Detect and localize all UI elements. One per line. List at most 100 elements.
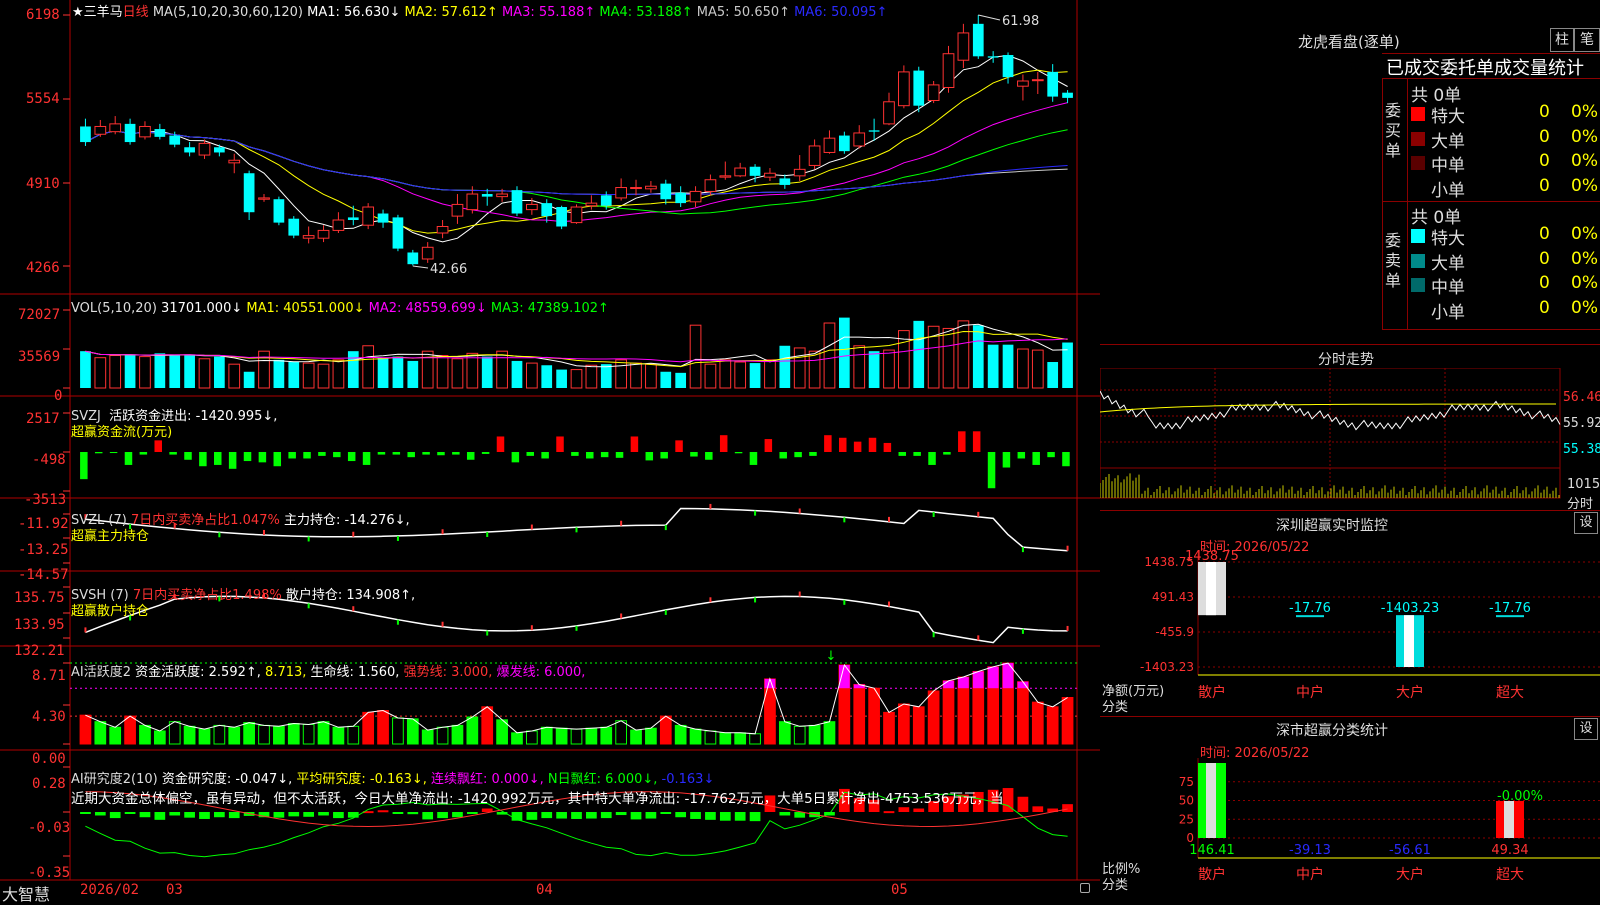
fund-flow-bar — [273, 452, 282, 467]
volume-bar — [719, 359, 732, 389]
volume-bar — [660, 371, 672, 388]
svzj-ytick: -498 — [32, 452, 66, 468]
volume-bar — [377, 357, 389, 388]
star-icon[interactable]: ★ — [72, 5, 84, 20]
volume-bar — [853, 345, 866, 389]
activity-bar — [808, 724, 821, 745]
activity-bar — [228, 726, 241, 745]
candle-body — [511, 190, 523, 214]
activity-bar — [451, 724, 464, 745]
monitor-settings-button[interactable]: 设 — [1574, 512, 1598, 534]
research-bar — [779, 812, 791, 816]
fund-flow-bar — [199, 452, 207, 467]
research-bar — [199, 812, 210, 819]
right-panel: 龙虎看盘(逐单) 柱 笔 已成交委托单成交量统计 委买单 共 0单 特大 0 0% 大… — [1100, 0, 1600, 900]
stats-chart[interactable]: 7550250146.41散户-39.13中户-56.61大户49.34超大-0… — [1100, 758, 1600, 900]
sell-orders-box: 委卖单 共 0单 特大 0 0% 大单 0 0% 中单 0 0% 小单 0 0% — [1382, 201, 1600, 330]
candle-body — [496, 193, 508, 198]
volume-bar — [823, 322, 836, 389]
candle-body — [407, 252, 419, 265]
monitor-chart[interactable]: 1438.75491.43-455.9-1403.231438.75散户-17.… — [1100, 550, 1600, 715]
research-bar — [333, 812, 344, 819]
candle-body — [302, 235, 315, 239]
order-percent: 0% — [1571, 224, 1598, 244]
volume-bar — [347, 351, 359, 388]
ai-research-ytick: -0.35 — [28, 865, 71, 881]
tab-tick-detail[interactable]: 笔 — [1574, 28, 1600, 52]
order-row: 特大 0 0% — [1411, 102, 1600, 127]
kline-chart-area[interactable]: ↓ — [0, 0, 1100, 900]
ai-active-ytick: 8.71 — [32, 668, 66, 684]
fund-flow-bar — [124, 452, 133, 465]
research-bar — [94, 812, 106, 816]
fund-flow-bar — [288, 452, 296, 459]
candle-body — [377, 213, 389, 223]
buy-orders-box: 委买单 共 0单 特大 0 0% 大单 0 0% 中单 0 0% 小单 0 0% — [1382, 78, 1600, 202]
activity-bar — [347, 725, 360, 745]
activity-bar — [258, 724, 270, 745]
fund-flow-bar — [407, 452, 415, 458]
ai-active-ytick: 0.00 — [32, 751, 66, 767]
order-color-swatch — [1411, 156, 1425, 170]
ma-label: MA1: 56.630↓ — [307, 5, 401, 20]
stats-value-label: 146.41 — [1189, 843, 1235, 858]
activity-bar — [600, 726, 613, 745]
monitor-axis-label: 分类 — [1102, 700, 1129, 715]
stats-bar-highlight — [1504, 800, 1514, 838]
fund-flow-bar — [511, 452, 520, 463]
fund-flow-bar — [318, 452, 326, 456]
research-bar — [452, 812, 463, 818]
lock-icon[interactable] — [1080, 883, 1090, 893]
period-label[interactable]: 日线 — [123, 5, 149, 20]
intraday-ylabel: 56.46 — [1563, 390, 1600, 405]
fund-flow-bar — [898, 452, 907, 456]
kline-header: ★三羊马日线 MA(5,10,20,30,60,120) MA1: 56.630… — [72, 1, 887, 20]
order-percent: 0% — [1571, 175, 1598, 196]
fund-flow-bar — [80, 452, 88, 480]
fund-flow-bar — [749, 452, 758, 465]
fund-flow-bar — [645, 452, 654, 461]
monitor-ytick: -1403.23 — [1140, 660, 1194, 674]
research-bar — [169, 812, 181, 816]
volume-bar — [764, 359, 776, 389]
fund-flow-bar — [184, 452, 192, 460]
fund-flow-bar — [1047, 452, 1055, 458]
order-row: 小单 0 0% — [1411, 175, 1600, 201]
research-bar — [898, 807, 910, 812]
svzl-ytick: -11.92 — [18, 516, 69, 532]
fund-flow-bar — [809, 452, 817, 456]
fund-flow-bar — [556, 436, 564, 452]
activity-bar — [749, 733, 761, 745]
ma-label: MA4: 53.188↑ — [595, 5, 693, 20]
order-type: 特大 — [1431, 229, 1465, 249]
candle-body — [853, 132, 866, 147]
volume-bar — [1031, 349, 1044, 389]
research-bar — [571, 812, 582, 819]
candle-body — [927, 84, 940, 101]
fund-flow-bar — [333, 452, 341, 458]
candle-body — [779, 178, 791, 185]
volume-bar — [838, 317, 850, 388]
volume-bar — [496, 350, 508, 389]
fund-flow-bar — [660, 452, 668, 459]
tab-bar-chart[interactable]: 柱 — [1550, 28, 1574, 52]
research-bar — [422, 812, 434, 820]
stats-settings-button[interactable]: 设 — [1574, 718, 1598, 740]
candle-body — [764, 172, 776, 178]
fund-flow-bar — [838, 437, 847, 452]
ai-research-ytick: 0.28 — [32, 776, 66, 792]
activity-bar — [436, 726, 449, 745]
stock-name[interactable]: 三羊马 — [84, 5, 123, 20]
kline-ytick: 4910 — [26, 176, 60, 192]
activity-bar — [793, 725, 806, 745]
fund-flow-bar — [586, 452, 594, 459]
activity-bar — [689, 728, 702, 745]
intraday-chart[interactable] — [1100, 368, 1600, 510]
research-bar — [437, 812, 448, 819]
fund-flow-bar — [883, 442, 892, 452]
order-type: 中单 — [1431, 278, 1465, 298]
volume-bar — [868, 351, 880, 388]
candle-body — [898, 71, 910, 107]
dragon-title: 龙虎看盘(逐单) — [1298, 33, 1400, 51]
order-row: 特大 0 0% — [1411, 224, 1600, 249]
